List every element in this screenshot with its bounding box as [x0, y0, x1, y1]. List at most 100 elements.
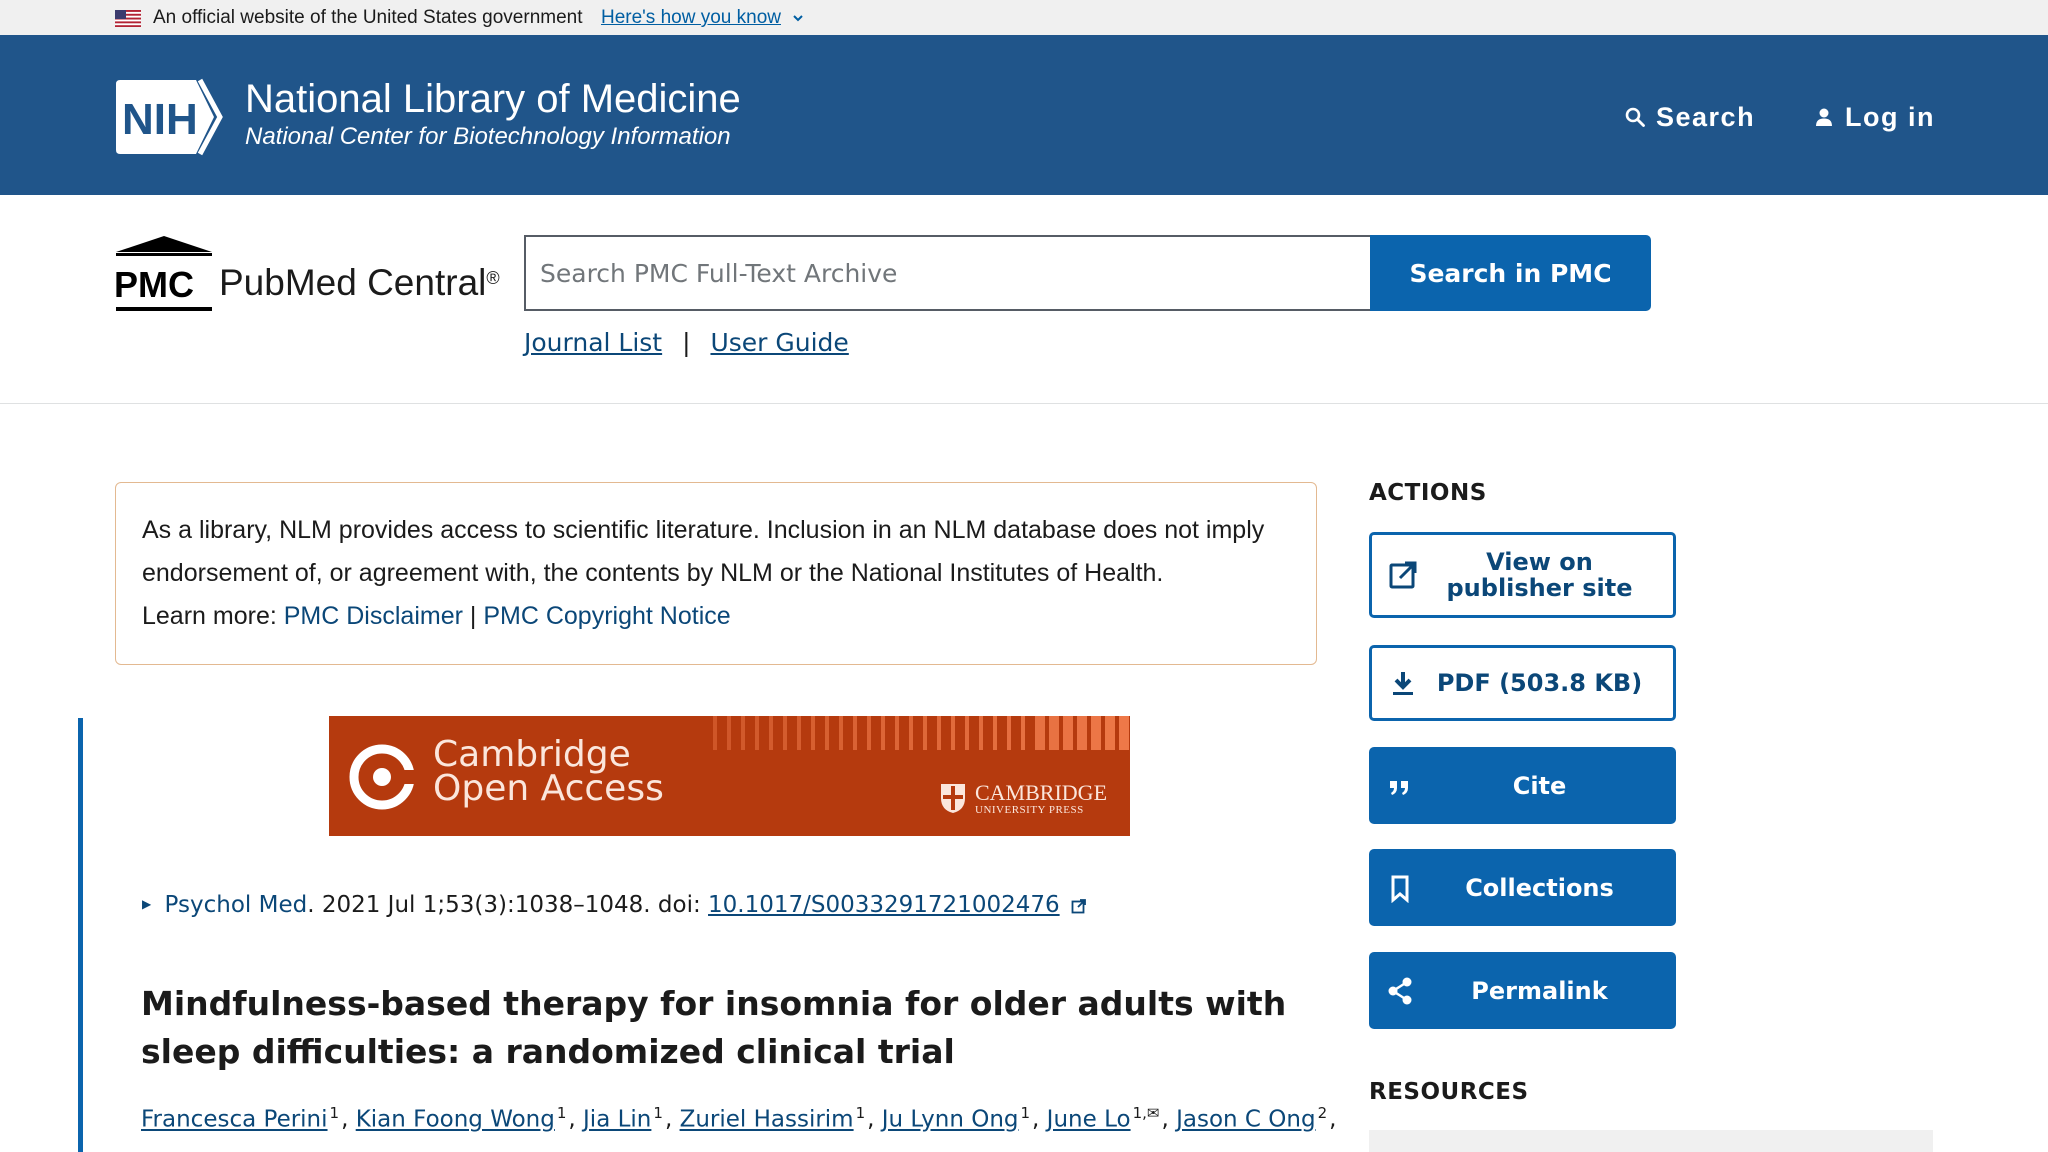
- resources-heading: RESOURCES: [1369, 1079, 1529, 1105]
- search-icon: [1625, 107, 1645, 127]
- nav-separator: |: [682, 328, 691, 357]
- author-separator: ,: [867, 1106, 882, 1133]
- user-guide-link[interactable]: User Guide: [710, 328, 848, 357]
- cite-button[interactable]: Cite: [1369, 747, 1676, 824]
- site-header: NIH National Library of Medicine Nationa…: [0, 35, 2048, 195]
- header-search-label: Search: [1656, 101, 1756, 132]
- learn-more-label: Learn more:: [142, 602, 277, 630]
- banner-stripe: [1119, 716, 1129, 750]
- author-affiliation-sup[interactable]: 2: [1318, 1104, 1328, 1122]
- banner-stripe: [1007, 716, 1011, 750]
- banner-stripe: [741, 716, 745, 750]
- resources-panel[interactable]: [1369, 1130, 1933, 1152]
- banner-stripe: [881, 716, 885, 750]
- pmc-name: PubMed Central®: [219, 262, 500, 303]
- cambridge-open-access-banner[interactable]: Cambridge Open Access CAMBRIDGE UNIVERSI…: [329, 716, 1130, 836]
- user-icon: [1816, 108, 1832, 126]
- journal-name[interactable]: Psychol Med: [165, 892, 308, 918]
- login-label: Log in: [1845, 101, 1935, 132]
- header-divider: [0, 403, 2048, 404]
- author-affiliation-sup[interactable]: 1: [1021, 1104, 1031, 1122]
- author-affiliation-sup[interactable]: 1: [856, 1104, 866, 1122]
- external-link-icon: [1389, 561, 1417, 589]
- doi-link[interactable]: 10.1017/S0033291721002476: [708, 892, 1060, 918]
- author-link[interactable]: Ju Lynn Ong: [882, 1107, 1019, 1133]
- banner-stripe: [755, 716, 759, 750]
- press-name: CAMBRIDGE: [975, 780, 1108, 805]
- author-list: Francesca Perini 1, Kian Foong Wong 1, Jia…: [141, 1104, 1336, 1133]
- author-affiliation-sup[interactable]: 1: [557, 1104, 567, 1122]
- cambridge-shield-icon: [941, 784, 965, 813]
- banner-stripe: [909, 716, 913, 750]
- ncbi-subtitle[interactable]: National Center for Biotechnology Inform…: [245, 123, 731, 151]
- author-link[interactable]: June Lo: [1047, 1107, 1131, 1133]
- us-flag-icon: [115, 10, 141, 27]
- collections-label: Collections: [1465, 873, 1614, 902]
- chevron-down-icon[interactable]: [791, 11, 805, 25]
- nlm-title[interactable]: National Library of Medicine: [245, 77, 741, 122]
- banner-stripe: [923, 716, 927, 750]
- article-title: Mindfulness-based therapy for insomnia f…: [141, 984, 1287, 1071]
- collections-button[interactable]: Collections: [1369, 849, 1676, 926]
- author-separator: ,: [664, 1106, 680, 1133]
- nih-logo[interactable]: NIH: [114, 77, 234, 157]
- banner-stripe: [965, 716, 969, 750]
- banner-stripe: [993, 716, 997, 750]
- pmc-disclaimer-link[interactable]: PMC Disclaimer: [284, 602, 463, 630]
- pmc-copyright-link[interactable]: PMC Copyright Notice: [483, 602, 730, 630]
- header-search-button[interactable]: Search: [1624, 97, 1755, 137]
- banner-stripe: [853, 716, 857, 750]
- author-link[interactable]: Francesca Perini: [141, 1107, 328, 1133]
- author-link[interactable]: Jia Lin: [583, 1107, 651, 1133]
- cambridge-open-access-logo-icon: [349, 744, 415, 810]
- banner-stripe: [769, 716, 773, 750]
- article-left-rule: [78, 718, 83, 1152]
- banner-stripe: [1105, 716, 1115, 750]
- gov-banner-text: An official website of the United States…: [153, 7, 583, 28]
- banner-text: Cambridge Open Access: [433, 737, 664, 809]
- quote-icon: [1390, 780, 1408, 795]
- banner-stripe: [951, 716, 955, 750]
- banner-line2: Open Access: [433, 768, 664, 809]
- permalink-label: Permalink: [1471, 976, 1608, 1005]
- login-button[interactable]: Log in: [1813, 97, 1935, 137]
- banner-stripe: [979, 716, 983, 750]
- author-affiliation-sup[interactable]: 1,✉: [1133, 1104, 1160, 1122]
- author-affiliation-sup[interactable]: 1: [653, 1104, 663, 1122]
- cambridge-press-logo: CAMBRIDGE UNIVERSITY PRESS: [939, 780, 1107, 816]
- pmc-search-input[interactable]: [524, 235, 1372, 311]
- cite-label: Cite: [1512, 771, 1567, 800]
- external-link-icon: [1071, 898, 1086, 913]
- expand-triangle-icon[interactable]: ▶: [142, 897, 151, 911]
- author-separator: ,: [1032, 1106, 1047, 1133]
- banner-stripe: [937, 716, 941, 750]
- permalink-button[interactable]: Permalink: [1369, 952, 1676, 1029]
- how-you-know-link[interactable]: Here's how you know: [601, 7, 781, 29]
- disclaimer-text: As a library, NLM provides access to sci…: [142, 516, 1265, 587]
- share-icon: [1388, 977, 1412, 1004]
- author-link[interactable]: Kian Foong Wong: [356, 1107, 555, 1133]
- banner-stripes: [713, 716, 1129, 750]
- banner-stripe: [825, 716, 829, 750]
- banner-stripe: [727, 716, 731, 750]
- author-link[interactable]: Jason C Ong: [1176, 1107, 1315, 1133]
- banner-stripe: [713, 716, 717, 750]
- author-affiliation-sup[interactable]: 1: [330, 1104, 340, 1122]
- banner-stripe: [1063, 716, 1073, 750]
- banner-stripe: [867, 716, 871, 750]
- disclaimer-separator: |: [469, 602, 477, 630]
- pmc-logo-word: PMC: [114, 264, 194, 305]
- author-separator: ,: [1329, 1106, 1337, 1133]
- citation-details: . 2021 Jul 1;53(3):1038–1048. doi:: [307, 892, 709, 918]
- nih-logo-text: NIH: [122, 95, 198, 144]
- banner-stripe: [1049, 716, 1059, 750]
- journal-list-link[interactable]: Journal List: [524, 328, 662, 357]
- banner-stripe: [839, 716, 843, 750]
- pmc-logo[interactable]: PMC PubMed Central®: [114, 234, 504, 314]
- view-on-publisher-button[interactable]: View on publisher site: [1369, 532, 1676, 618]
- search-in-pmc-button[interactable]: Search in PMC: [1370, 235, 1651, 311]
- banner-stripe: [1077, 716, 1087, 750]
- pdf-download-button[interactable]: PDF (503.8 KB): [1369, 645, 1676, 721]
- author-link[interactable]: Zuriel Hassirim: [680, 1107, 854, 1133]
- pmc-nav-links: Journal List | User Guide: [524, 328, 849, 357]
